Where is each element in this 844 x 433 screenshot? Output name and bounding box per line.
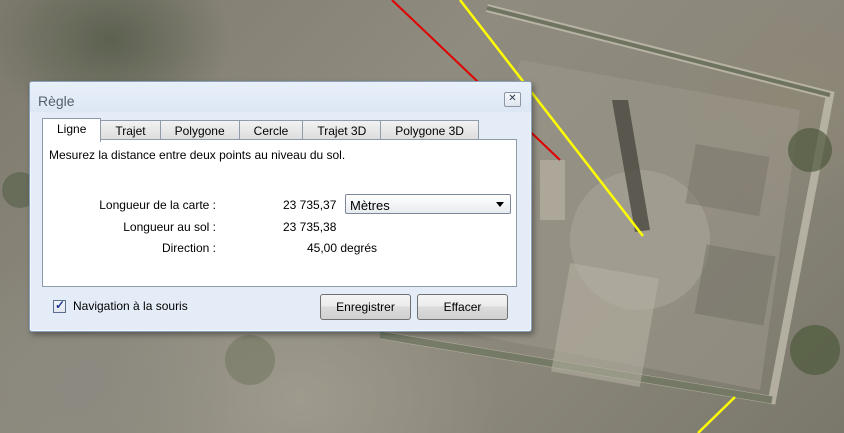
mouse-navigation-label[interactable]: Navigation à la souris: [73, 299, 188, 313]
tab-ligne[interactable]: Ligne: [42, 118, 102, 142]
description-text: Mesurez la distance entre deux points au…: [49, 148, 346, 162]
tab-polygone[interactable]: Polygone: [160, 120, 240, 141]
tab-trajet[interactable]: Trajet: [101, 120, 161, 141]
unit-select[interactable]: Mètres: [345, 194, 511, 214]
map-length-value: 23 735,37: [283, 198, 337, 212]
tab-bar: Ligne Trajet Polygone Cercle Trajet 3D P…: [42, 118, 479, 142]
direction-value: 45,00 degrés: [307, 241, 378, 255]
tab-polygone-3d[interactable]: Polygone 3D: [381, 120, 479, 141]
clear-button[interactable]: Effacer: [417, 294, 508, 320]
tab-trajet-3d[interactable]: Trajet 3D: [303, 120, 382, 141]
ruler-dialog: Règle ✕ Ligne Trajet Polygone Cercle Tra…: [29, 81, 532, 332]
dialog-titlebar[interactable]: Règle ✕: [30, 82, 531, 112]
tab-panel-ligne: Mesurez la distance entre deux points au…: [42, 139, 517, 287]
map-length-label: Longueur de la carte :: [99, 198, 216, 212]
ground-length-label: Longueur au sol :: [123, 220, 216, 234]
chevron-down-icon: [496, 202, 504, 207]
direction-label: Direction :: [161, 241, 216, 255]
mouse-navigation-checkbox[interactable]: ✓: [53, 297, 66, 313]
save-button[interactable]: Enregistrer: [320, 294, 411, 320]
checkmark-icon: ✓: [55, 297, 66, 312]
tab-cercle[interactable]: Cercle: [239, 120, 304, 141]
close-icon[interactable]: ✕: [504, 92, 521, 107]
mouse-navigation-row: ✓ Navigation à la souris: [53, 297, 188, 313]
dialog-title: Règle: [38, 93, 75, 109]
ground-length-value: 23 735,38: [283, 220, 337, 234]
unit-select-value: Mètres: [350, 198, 390, 213]
